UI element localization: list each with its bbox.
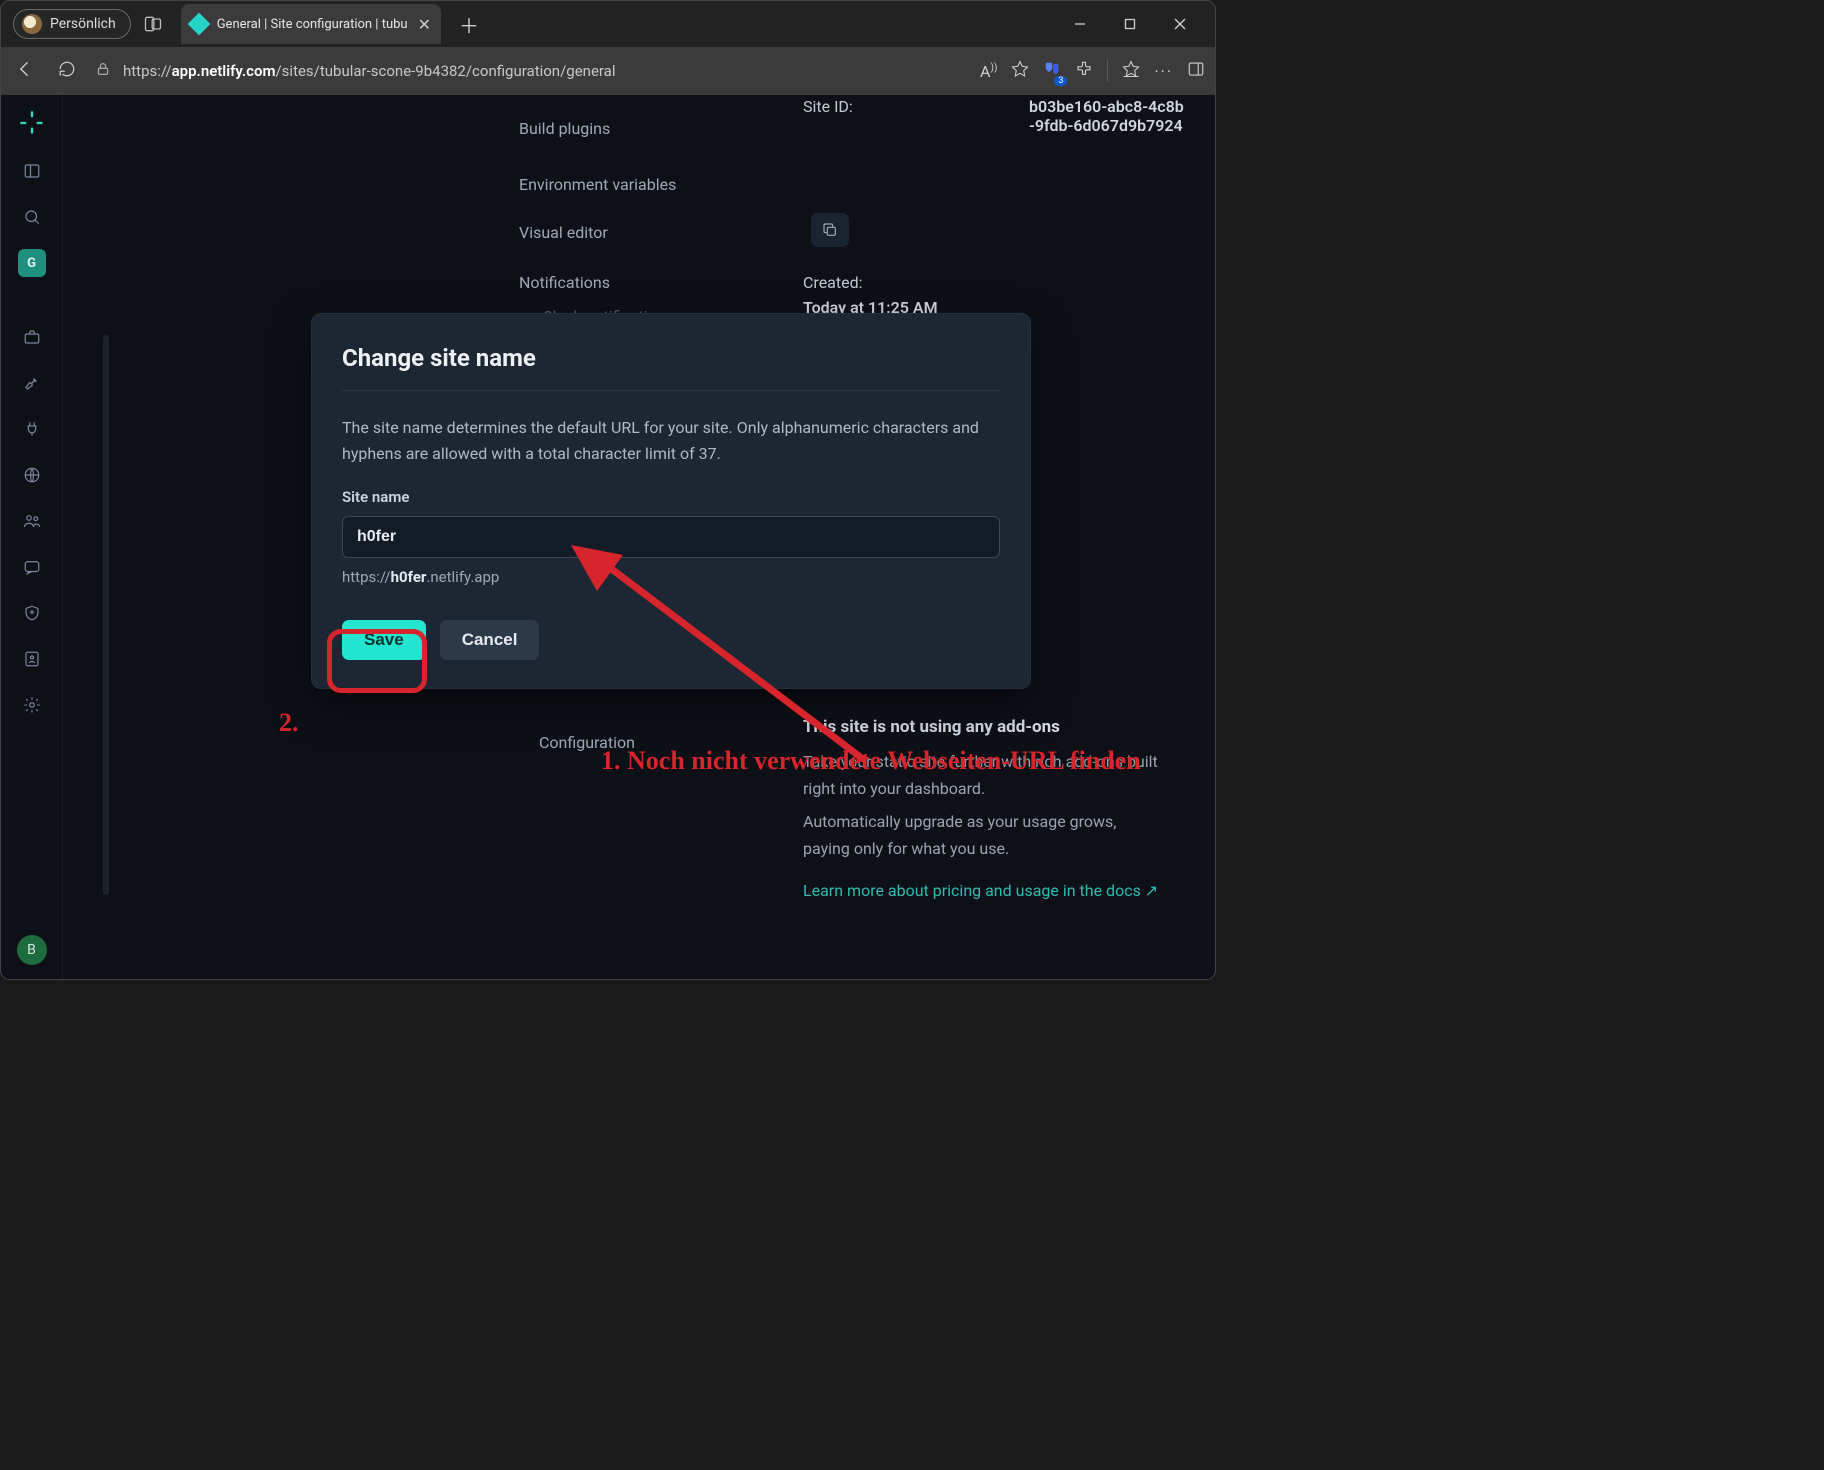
site-badge[interactable]: G [18,249,46,277]
minimize-button[interactable] [1057,6,1103,42]
nav-notifications[interactable]: Notifications [519,273,610,292]
created-block: Created: Today at 11:25 AM [803,273,938,317]
reader-mode-icon[interactable]: A)) [980,62,997,81]
copy-icon[interactable] [811,213,849,247]
extension-icon[interactable] [1043,60,1061,82]
panel-icon[interactable] [18,157,46,185]
preview-prefix: https:// [342,568,391,586]
sidebar-footer: B [17,935,47,965]
nav-env-vars[interactable]: Environment variables [519,175,676,194]
modal-buttons: Save Cancel [342,620,1000,660]
globe-icon[interactable] [18,461,46,489]
nav-visual-editor[interactable]: Visual editor [519,223,608,242]
nav-build-plugins[interactable]: Build plugins [519,119,610,138]
briefcase-icon[interactable] [18,323,46,351]
profile-tab-label: Persönlich [50,16,116,32]
url-preview: https://h0fer.netlify.app [342,568,1000,586]
close-tab-icon[interactable]: ✕ [418,15,431,34]
site-id-block: Site ID: [803,97,853,116]
user-avatar[interactable]: B [17,935,47,965]
message-icon[interactable] [18,553,46,581]
addons-card: This site is not using any add-ons Take … [803,713,1165,904]
url-path: /sites/tubular-scone-9b4382/configuratio… [275,62,615,80]
gear-icon[interactable] [18,691,46,719]
new-tab-button[interactable]: ＋ [459,10,479,39]
shield-icon[interactable] [18,599,46,627]
url-prefix: https:// [123,62,172,80]
netlify-logo-icon[interactable] [16,107,48,139]
active-tab-title: General | Site configuration | tubu [217,17,408,32]
site-id-value: b03be160-abc8-4c8b-9fdb-6d067d9b7924 [1029,97,1189,135]
profile-avatar-icon [22,14,42,34]
addons-line2: Automatically upgrade as your usage grow… [803,808,1165,862]
addons-title: This site is not using any add-ons [803,713,1165,742]
created-label: Created: [803,273,938,292]
team-icon[interactable] [18,507,46,535]
workspaces-icon[interactable] [143,14,163,34]
url-text: https://app.netlify.com/sites/tubular-sc… [123,62,616,80]
refresh-button[interactable] [53,60,81,82]
wrench-icon[interactable] [18,369,46,397]
modal-title: Change site name [342,344,1000,391]
modal-description: The site name determines the default URL… [342,415,1000,466]
annotation-step2: 2. [279,707,299,740]
url-host: app.netlify.com [172,62,276,80]
window-controls [1057,6,1209,42]
profile-tab[interactable]: Persönlich [13,9,131,39]
cancel-button[interactable]: Cancel [440,620,540,660]
preview-slug: h0fer [391,568,427,586]
app-sidebar: G [1,95,63,979]
page-content: G [1,95,1215,979]
change-site-name-modal: Change site name The site name determine… [311,313,1031,689]
active-tab[interactable]: General | Site configuration | tubu ✕ [181,4,441,44]
browser-window: Persönlich General | Site configuration … [0,0,1216,980]
url-display[interactable]: https://app.netlify.com/sites/tubular-sc… [95,61,966,81]
titlebar: Persönlich General | Site configuration … [1,1,1215,47]
address-actions: A)) ··· [980,60,1205,82]
sidebar-toggle-icon[interactable] [1187,60,1205,82]
addons-line1: Take your static site further with rich … [803,748,1165,802]
separator [1107,60,1108,82]
site-id-label: Site ID: [803,97,853,116]
back-button[interactable] [11,59,39,83]
extensions-menu-icon[interactable] [1075,60,1093,82]
save-button[interactable]: Save [342,620,426,660]
favorites-bar-icon[interactable] [1122,60,1140,82]
lock-icon [95,61,111,81]
favorite-icon[interactable] [1011,60,1029,82]
nav-configuration[interactable]: Configuration [539,733,635,752]
addons-docs-link[interactable]: Learn more about pricing and usage in th… [803,881,1158,900]
scrollbar[interactable] [103,335,109,895]
search-icon[interactable] [18,203,46,231]
menu-icon[interactable]: ··· [1154,62,1173,81]
netlify-favicon-icon [187,13,210,36]
address-bar: https://app.netlify.com/sites/tubular-sc… [1,47,1215,95]
maximize-button[interactable] [1107,6,1153,42]
plug-icon[interactable] [18,415,46,443]
site-name-label: Site name [342,488,1000,506]
close-window-button[interactable] [1157,6,1203,42]
preview-suffix: .netlify.app [426,568,499,586]
book-icon[interactable] [18,645,46,673]
page-body: Build plugins Environment variables Visu… [63,95,1215,979]
site-name-input[interactable] [342,516,1000,558]
